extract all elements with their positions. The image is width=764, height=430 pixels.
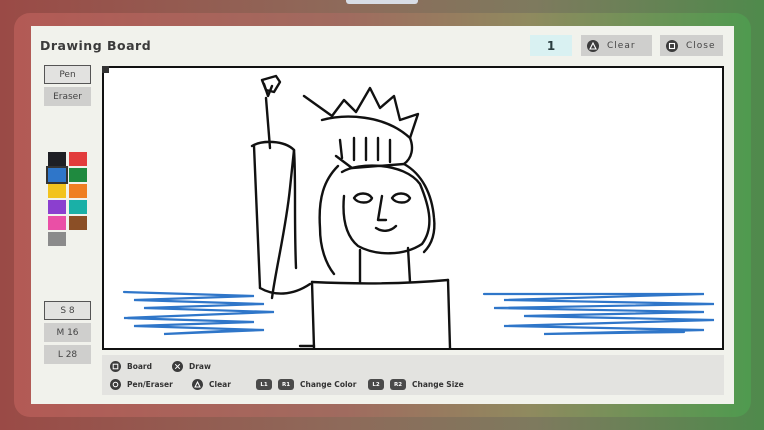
square-button-icon (110, 361, 121, 372)
eraser-tool-button[interactable]: Eraser (44, 87, 91, 106)
l1-button-icon: L1 (256, 379, 272, 390)
hint-draw: Draw (172, 361, 211, 372)
color-swatch[interactable] (48, 216, 66, 230)
hint-change-size-label: Change Size (412, 380, 464, 389)
eraser-label: Eraser (53, 91, 82, 102)
circle-button-icon (110, 379, 121, 390)
hint-pen-eraser: Pen/Eraser (110, 379, 173, 390)
controls-hint-bar: Board Draw Pen/Eraser Clear L1 R1 Change… (102, 355, 724, 395)
color-swatch[interactable] (69, 216, 87, 230)
square-button-icon (666, 39, 678, 52)
hint-change-color: L1 R1 Change Color (256, 379, 356, 390)
size-large-label: L 28 (57, 349, 78, 360)
hint-change-color-label: Change Color (300, 380, 357, 389)
r2-button-icon: R2 (390, 379, 406, 390)
hint-clear-label: Clear (209, 380, 231, 389)
color-swatch[interactable] (69, 184, 87, 198)
size-large-button[interactable]: L 28 (44, 345, 91, 364)
r1-button-icon: R1 (278, 379, 294, 390)
page-title: Drawing Board (40, 38, 152, 53)
canvas-cursor (102, 66, 109, 73)
triangle-icon (587, 39, 599, 52)
drawing-canvas[interactable] (102, 66, 724, 350)
hint-clear: Clear (192, 379, 231, 390)
l2-button-icon: L2 (368, 379, 384, 390)
color-swatch[interactable] (48, 152, 66, 166)
size-medium-label: M 16 (56, 327, 79, 338)
size-small-button[interactable]: S 8 (44, 301, 91, 320)
close-button[interactable]: Close (660, 35, 723, 56)
clear-button[interactable]: Clear (581, 35, 652, 56)
size-medium-button[interactable]: M 16 (44, 323, 91, 342)
color-swatch[interactable] (69, 168, 87, 182)
clear-label: Clear (607, 40, 636, 51)
page-count-badge: 1 (530, 35, 572, 56)
color-swatch[interactable] (69, 152, 87, 166)
color-swatch[interactable] (48, 232, 66, 246)
hint-change-size: L2 R2 Change Size (368, 379, 464, 390)
close-label: Close (686, 40, 716, 51)
top-handle (346, 0, 418, 4)
hint-board: Board (110, 361, 152, 372)
statue-sketch (250, 74, 452, 350)
color-swatch[interactable] (48, 184, 66, 198)
hint-pen-eraser-label: Pen/Eraser (127, 380, 173, 389)
hint-draw-label: Draw (189, 362, 211, 371)
cross-button-icon (172, 361, 183, 372)
pen-label: Pen (59, 69, 76, 80)
water-strokes (122, 290, 715, 336)
color-swatch[interactable] (46, 166, 68, 184)
triangle-icon (192, 379, 203, 390)
color-swatch[interactable] (48, 200, 66, 214)
canvas-drawing (122, 74, 715, 350)
hint-board-label: Board (127, 362, 152, 371)
pen-tool-button[interactable]: Pen (44, 65, 91, 84)
color-swatch[interactable] (69, 200, 87, 214)
size-small-label: S 8 (60, 305, 75, 316)
